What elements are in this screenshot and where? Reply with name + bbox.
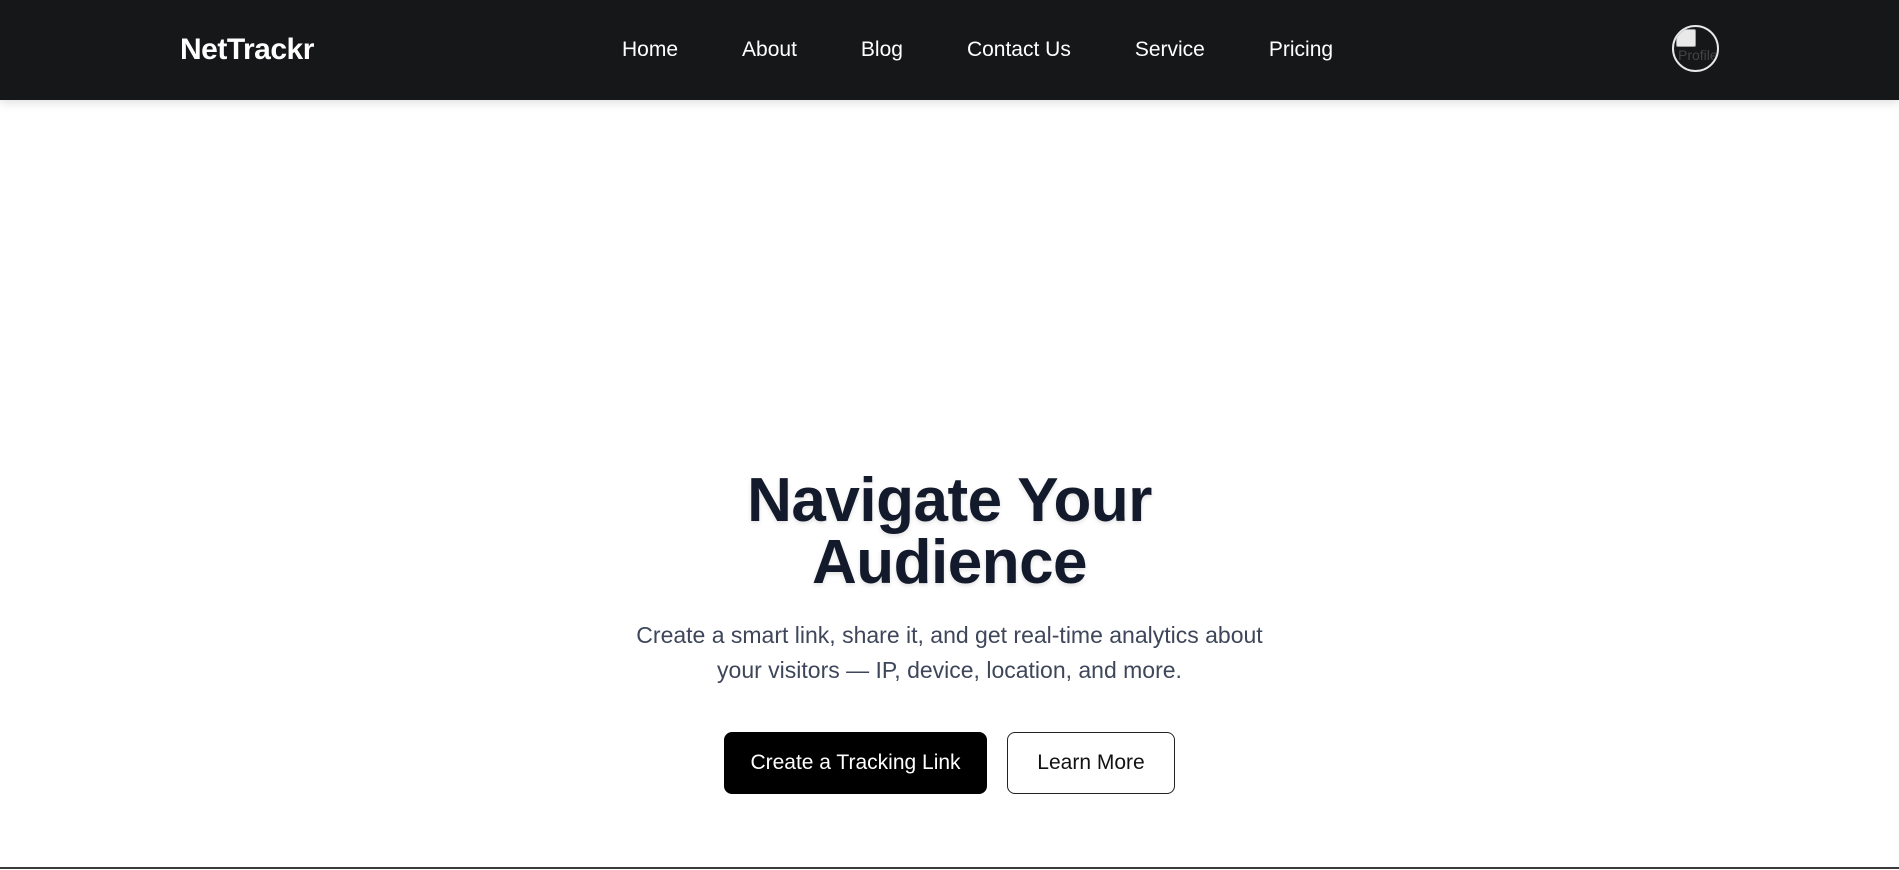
learn-more-button[interactable]: Learn More bbox=[1007, 732, 1175, 794]
hero-subtitle: Create a smart link, share it, and get r… bbox=[636, 622, 1263, 683]
brand-logo[interactable]: NetTrackr bbox=[180, 30, 314, 70]
nav-link-pricing[interactable]: Pricing bbox=[1269, 30, 1333, 70]
top-navbar: NetTrackr Home About Blog Contact Us Ser… bbox=[0, 0, 1899, 100]
hero-actions: Create a Tracking Link Learn More bbox=[0, 732, 1899, 794]
create-tracking-link-button[interactable]: Create a Tracking Link bbox=[724, 732, 987, 794]
profile-avatar[interactable]: Profile bbox=[1672, 25, 1719, 72]
main-nav: Home About Blog Contact Us Service Prici… bbox=[622, 30, 1333, 70]
hero-title-line-2: Audience bbox=[811, 528, 1088, 597]
hero-title: Navigate Your Audience bbox=[0, 470, 1899, 594]
bottom-divider bbox=[0, 867, 1899, 869]
avatar-alt-text: Profile bbox=[1678, 47, 1718, 63]
broken-image-icon bbox=[1676, 29, 1696, 47]
nav-link-home[interactable]: Home bbox=[622, 30, 678, 70]
nav-link-blog[interactable]: Blog bbox=[861, 30, 903, 70]
nav-link-contact-us[interactable]: Contact Us bbox=[967, 30, 1071, 70]
hero-section: Navigate Your Audience Create a smart li… bbox=[0, 470, 1899, 794]
nav-link-about[interactable]: About bbox=[742, 30, 797, 70]
nav-link-service[interactable]: Service bbox=[1135, 30, 1205, 70]
hero-title-line-1: Navigate Your bbox=[747, 466, 1152, 535]
